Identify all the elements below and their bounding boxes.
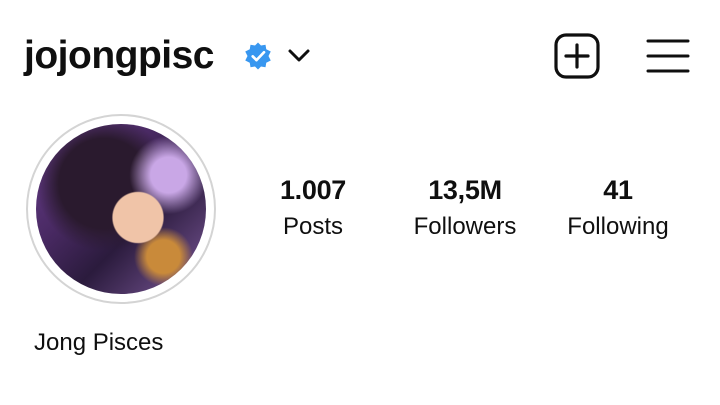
stat-followers[interactable]: 13,5M Followers [395, 172, 535, 242]
display-name: Jong Pisces [34, 329, 164, 356]
new-post-button[interactable] [553, 32, 601, 80]
stat-posts[interactable]: 1.007 Posts [243, 172, 383, 242]
username[interactable]: jojongpisc [24, 31, 215, 81]
profile-avatar[interactable] [26, 114, 216, 304]
chevron-down-icon[interactable] [287, 44, 311, 68]
posts-count: 1.007 [279, 175, 347, 205]
following-label: Following [567, 213, 669, 240]
posts-label: Posts [282, 213, 344, 240]
verified-badge-icon [245, 42, 271, 70]
following-count: 41 [603, 175, 633, 205]
hamburger-menu-icon[interactable] [646, 37, 690, 75]
avatar-image [36, 124, 206, 294]
profile-header: jojongpisc [0, 0, 720, 110]
stat-following[interactable]: 41 Following [548, 172, 688, 242]
followers-label: Followers [413, 213, 517, 240]
followers-count: 13,5M [428, 175, 502, 205]
